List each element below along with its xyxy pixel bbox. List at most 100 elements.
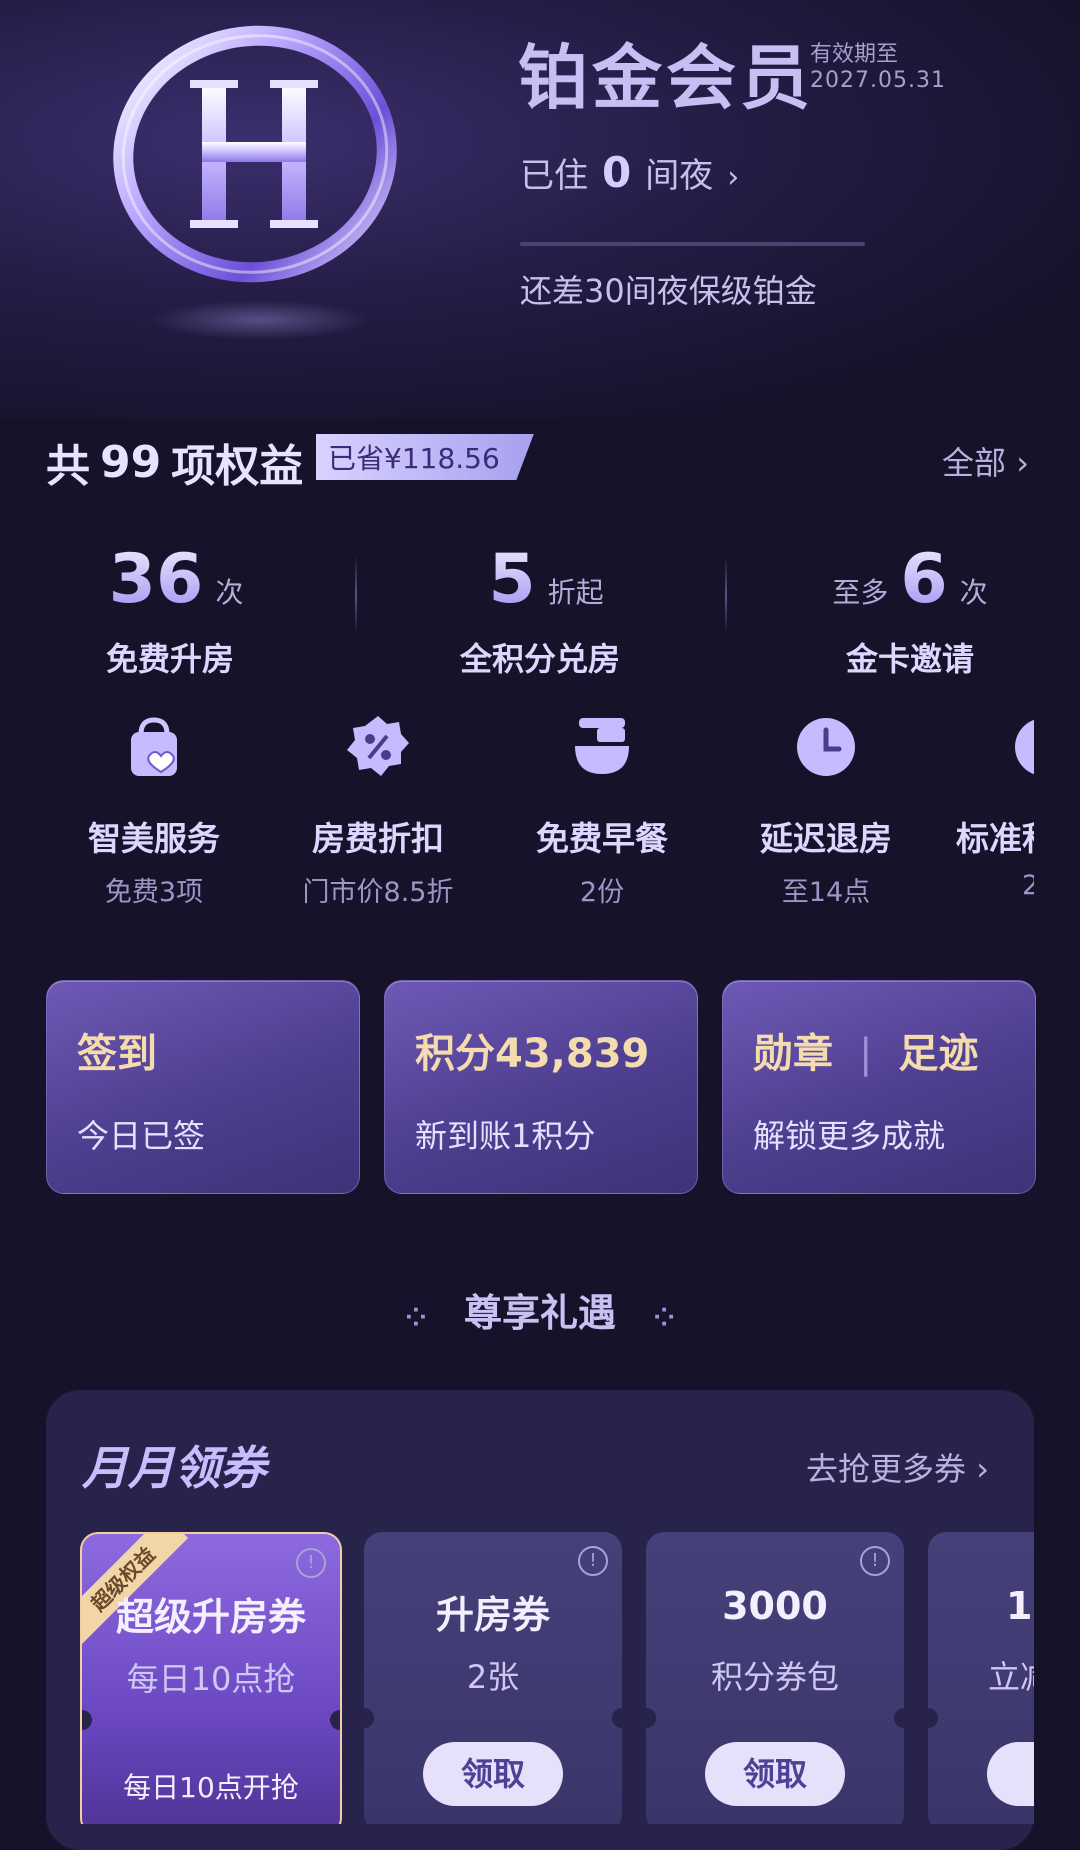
coupon-main: 3000 xyxy=(722,1584,828,1628)
hotel-logo-icon xyxy=(113,25,397,283)
perk-sub: 免费3项 xyxy=(104,877,204,908)
benefits-title: 共 99 项权益 xyxy=(46,430,303,494)
stat-unit: 次 xyxy=(959,576,988,609)
stayed-nights-link[interactable]: 已住 0 间夜 › xyxy=(520,148,739,197)
sparkle-icon: ⁘ xyxy=(653,1303,676,1333)
benefits-suffix: 项权益 xyxy=(171,441,304,492)
coupon-notch xyxy=(646,1708,656,1728)
stat-label: 全积分兑房 xyxy=(459,640,620,678)
card-sub: 解锁更多成就 xyxy=(753,1117,946,1155)
coupon-main: 11 xyxy=(1006,1584,1034,1628)
perk-name: 延迟退房 xyxy=(760,819,892,858)
stat-value: 36 xyxy=(108,540,204,619)
stat-free-upgrade[interactable]: 36 次 免费升房 xyxy=(20,540,320,680)
coupon-sub: 积分券包 xyxy=(710,1658,839,1696)
card-sub: 新到账1积分 xyxy=(415,1117,596,1155)
coupon-sub: 立减 xyxy=(988,1658,1034,1696)
medals-footprints-card[interactable]: 勋章 | 足迹 解锁更多成就 xyxy=(722,980,1036,1194)
stat-value: 5 xyxy=(488,540,536,619)
coupon-super-upgrade[interactable]: 超级权益 ! 超级升房券 每日10点抢 每日10点开抢 xyxy=(80,1532,342,1824)
coupon-notch xyxy=(894,1708,904,1728)
coupon-points-pack[interactable]: ! 3000 积分券包 领取 xyxy=(646,1532,904,1824)
perk-sub: 2. xyxy=(1022,870,1034,901)
discount-badge-icon xyxy=(347,716,409,776)
validity-label: 有效期至 xyxy=(810,42,899,67)
perk-room-discount[interactable]: 房费折扣 门市价8.5折 xyxy=(278,712,478,909)
stat-points-redeem[interactable]: 5 折起 全积分兑房 xyxy=(390,540,690,680)
card-title: 签到 xyxy=(77,1031,157,1077)
stat-label: 免费升房 xyxy=(105,640,234,678)
perk-standard-points[interactable]: 标准积 2. xyxy=(944,712,1034,901)
coupons-title: 月月领券 xyxy=(82,1441,266,1495)
coupon-notch xyxy=(364,1708,374,1728)
validity-date: 2027.05.31 xyxy=(810,68,946,93)
perk-name: 智美服务 xyxy=(88,819,220,858)
coupon-main: 超级升房券 xyxy=(115,1595,306,1639)
chevron-right-icon: › xyxy=(727,160,740,195)
coupon-upgrade[interactable]: ! 升房券 2张 领取 xyxy=(364,1532,622,1824)
chevron-right-icon: › xyxy=(976,1450,989,1488)
perk-name: 标准积 xyxy=(956,819,1034,858)
sparkle-icon: ⁘ xyxy=(404,1303,427,1333)
info-icon[interactable]: ! xyxy=(860,1546,890,1576)
points-icon xyxy=(1015,719,1034,775)
points-card[interactable]: 积分43,839 新到账1积分 xyxy=(384,980,698,1194)
perk-late-checkout[interactable]: 延迟退房 至14点 xyxy=(726,712,926,909)
checkin-card[interactable]: 签到 今日已签 xyxy=(46,980,360,1194)
benefits-count: 99 xyxy=(100,436,162,488)
coupon-notch xyxy=(928,1708,938,1728)
stat-divider xyxy=(725,555,727,635)
perk-standard-points-clip: 标准积 2. xyxy=(934,712,1034,912)
perk-breakfast[interactable]: 免费早餐 2份 xyxy=(502,712,702,909)
coupon-main: 升房券 xyxy=(435,1593,550,1637)
coupon-open-time: 每日10点开抢 xyxy=(123,1771,299,1804)
logo-glow xyxy=(150,300,370,340)
exclusive-section-title: ⁘ 尊享礼遇 ⁘ xyxy=(0,1282,1080,1337)
claim-button[interactable]: 领 xyxy=(987,1742,1034,1806)
coupon-sub: 每日10点抢 xyxy=(126,1660,296,1698)
card-title-row: 勋章 | 足迹 xyxy=(753,1021,978,1079)
stat-unit: 折起 xyxy=(547,576,604,609)
card-sub: 今日已签 xyxy=(77,1117,206,1155)
tier-progress-bar xyxy=(520,242,865,246)
chevron-right-icon: › xyxy=(1016,444,1029,482)
claim-button[interactable]: 领取 xyxy=(705,1742,845,1806)
bag-heart-icon xyxy=(131,717,177,776)
perk-sub: 至14点 xyxy=(781,877,871,908)
coupon-instant-discount[interactable]: 11 立减 领 xyxy=(928,1532,1034,1824)
info-icon[interactable]: ! xyxy=(578,1546,608,1576)
stay-prefix: 已住 xyxy=(520,156,588,196)
card-title: 积分43,839 xyxy=(415,1031,650,1077)
stay-suffix: 间夜 xyxy=(645,156,714,196)
saved-badge: 已省¥118.56 xyxy=(316,434,534,480)
coupon-notch xyxy=(330,1710,340,1730)
benefits-prefix: 共 xyxy=(46,441,90,492)
stay-count: 0 xyxy=(602,148,632,197)
coupon-scroll-row[interactable]: 超级权益 ! 超级升房券 每日10点抢 每日10点开抢 ! 升房券 2张 领取 … xyxy=(46,1532,1034,1824)
stat-value: 6 xyxy=(900,540,948,619)
more-coupons-link[interactable]: 去抢更多券 › xyxy=(806,1444,989,1490)
stat-gold-invite[interactable]: 至多 6 次 金卡邀请 xyxy=(760,540,1060,680)
section-title-text: 尊享礼遇 xyxy=(463,1291,616,1335)
info-icon[interactable]: ! xyxy=(296,1548,326,1578)
all-benefits-label: 全部 xyxy=(942,444,1007,482)
perk-name: 免费早餐 xyxy=(536,819,668,858)
perk-sub: 门市价8.5折 xyxy=(302,877,454,908)
more-coupons-label: 去抢更多券 xyxy=(806,1450,967,1488)
stat-unit: 次 xyxy=(215,576,244,609)
all-benefits-link[interactable]: 全部 › xyxy=(942,438,1029,484)
stat-divider xyxy=(355,555,357,635)
perk-beauty-service[interactable]: 智美服务 免费3项 xyxy=(54,712,254,909)
coupon-sub: 2张 xyxy=(466,1658,520,1696)
stat-prefix: 至多 xyxy=(832,576,889,609)
claim-button[interactable]: 领取 xyxy=(423,1742,563,1806)
coupon-notch xyxy=(82,1710,92,1730)
footprints-label[interactable]: 足迹 xyxy=(898,1031,978,1077)
medals-label[interactable]: 勋章 xyxy=(753,1031,833,1077)
tier-name: 铂金会员 xyxy=(518,37,814,119)
breakfast-bowl-icon xyxy=(575,718,629,774)
stat-label: 金卡邀请 xyxy=(845,640,974,678)
perk-name: 房费折扣 xyxy=(312,819,444,858)
coupon-notch xyxy=(612,1708,622,1728)
clock-icon xyxy=(797,718,855,776)
